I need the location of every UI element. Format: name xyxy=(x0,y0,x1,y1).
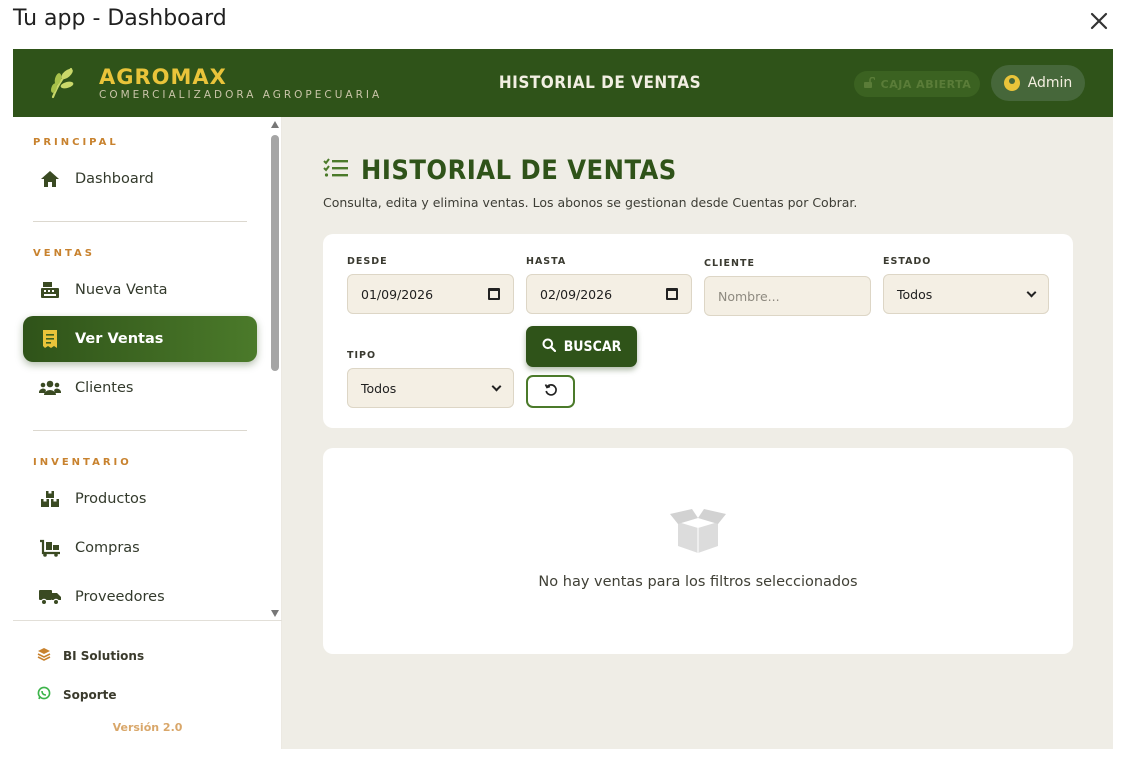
sidebar-nav: PRINCIPAL Dashboard VENTAS Nueva Venta V xyxy=(13,117,282,621)
page-title: HISTORIAL DE VENTAS xyxy=(361,155,677,186)
sidebar-divider xyxy=(33,430,247,431)
estado-value: Todos xyxy=(897,286,933,302)
sidebar-item-label: Productos xyxy=(75,491,147,507)
section-label-principal: PRINCIPAL xyxy=(33,137,119,148)
sidebar-item-label: Ver Ventas xyxy=(75,331,164,347)
brand-subtitle: COMERCIALIZADORA AGROPECUARIA xyxy=(99,89,383,101)
section-label-ventas: VENTAS xyxy=(33,248,95,259)
sidebar-footer: BI Solutions Soporte Versión 2.0 xyxy=(13,620,282,749)
calendar-icon[interactable] xyxy=(666,288,678,300)
sidebar-scrollbar[interactable] xyxy=(270,121,280,617)
chevron-down-icon xyxy=(491,381,502,391)
layers-icon xyxy=(37,647,51,664)
window-title: Tu app - Dashboard xyxy=(13,6,227,31)
search-icon xyxy=(542,338,556,356)
sidebar-item-productos[interactable]: Productos xyxy=(23,476,257,522)
cliente-input[interactable]: Nombre... xyxy=(704,276,871,316)
top-bar: AGROMAX COMERCIALIZADORA AGROPECUARIA HI… xyxy=(13,49,1113,117)
page-subtitle: Consulta, edita y elimina ventas. Los ab… xyxy=(323,195,858,210)
section-label-inventario: INVENTARIO xyxy=(33,457,132,468)
sidebar-item-label: Clientes xyxy=(75,380,134,396)
sidebar-item-clientes[interactable]: Clientes xyxy=(23,365,257,411)
cliente-placeholder: Nombre... xyxy=(718,288,780,304)
truck-icon xyxy=(39,586,61,608)
close-icon[interactable] xyxy=(1086,8,1112,34)
empty-state-message: No hay ventas para los filtros seleccion… xyxy=(538,574,858,590)
estado-label: ESTADO xyxy=(883,256,932,267)
cliente-label: CLIENTE xyxy=(704,258,755,269)
open-box-icon xyxy=(668,508,728,554)
scroll-thumb[interactable] xyxy=(271,135,279,371)
page-header: HISTORIAL DE VENTAS xyxy=(323,155,677,186)
support-label: Soporte xyxy=(63,687,117,702)
tipo-select[interactable]: Todos xyxy=(347,368,514,408)
results-card: No hay ventas para los filtros seleccion… xyxy=(323,448,1073,654)
desde-label: DESDE xyxy=(347,256,388,267)
chevron-down-icon xyxy=(1026,287,1037,297)
sidebar-divider xyxy=(33,221,247,222)
main-content: HISTORIAL DE VENTAS Consulta, edita y el… xyxy=(282,117,1113,749)
version-label: Versión 2.0 xyxy=(112,721,183,734)
dolly-icon xyxy=(39,537,61,559)
filters-card: DESDE 01/09/2026 HASTA 02/09/2026 CLIENT… xyxy=(323,234,1073,428)
tipo-label: TIPO xyxy=(347,350,377,361)
sidebar-item-label: Compras xyxy=(75,540,140,556)
hasta-label: HASTA xyxy=(526,256,567,267)
sidebar: PRINCIPAL Dashboard VENTAS Nueva Venta V xyxy=(13,117,282,749)
receipt-icon xyxy=(39,328,61,350)
caja-status-label: CAJA ABIERTA xyxy=(880,77,972,91)
boxes-icon xyxy=(39,488,61,510)
support-link[interactable]: Soporte xyxy=(37,686,117,703)
home-icon xyxy=(39,168,61,190)
sidebar-item-ver-ventas[interactable]: Ver Ventas xyxy=(23,316,257,362)
hasta-date-input[interactable]: 02/09/2026 xyxy=(526,274,692,314)
scroll-up-icon[interactable] xyxy=(271,121,279,128)
search-button-label: BUSCAR xyxy=(563,338,622,355)
reset-icon xyxy=(544,382,558,401)
brand-name: AGROMAX xyxy=(99,65,227,89)
desde-value: 01/09/2026 xyxy=(361,286,434,302)
sidebar-item-label: Dashboard xyxy=(75,171,154,187)
reset-filters-button[interactable] xyxy=(526,375,575,408)
app-window: AGROMAX COMERCIALIZADORA AGROPECUARIA HI… xyxy=(13,49,1113,749)
tipo-value: Todos xyxy=(361,380,397,396)
users-icon xyxy=(39,377,61,399)
user-name: Admin xyxy=(1027,75,1073,91)
caja-status-button[interactable]: CAJA ABIERTA xyxy=(854,71,980,97)
whatsapp-icon xyxy=(37,686,51,703)
bi-solutions-link[interactable]: BI Solutions xyxy=(37,647,144,664)
calendar-icon[interactable] xyxy=(488,288,500,300)
topbar-title: HISTORIAL DE VENTAS xyxy=(498,73,702,93)
search-button[interactable]: BUSCAR xyxy=(526,326,637,367)
sidebar-item-dashboard[interactable]: Dashboard xyxy=(23,156,257,202)
leaf-logo-icon xyxy=(47,65,77,99)
scroll-down-icon[interactable] xyxy=(271,610,279,617)
hasta-value: 02/09/2026 xyxy=(540,286,613,302)
list-check-icon xyxy=(323,157,349,184)
sidebar-item-label: Nueva Venta xyxy=(75,282,168,298)
sidebar-item-nueva-venta[interactable]: Nueva Venta xyxy=(23,267,257,313)
sidebar-item-compras[interactable]: Compras xyxy=(23,525,257,571)
sidebar-item-proveedores[interactable]: Proveedores xyxy=(23,574,257,620)
estado-select[interactable]: Todos xyxy=(883,274,1049,314)
user-menu-button[interactable]: Admin xyxy=(991,65,1085,101)
bi-solutions-label: BI Solutions xyxy=(63,648,145,663)
user-avatar-icon xyxy=(1003,75,1020,91)
sidebar-item-label: Proveedores xyxy=(75,589,165,605)
desde-date-input[interactable]: 01/09/2026 xyxy=(347,274,514,314)
unlock-icon xyxy=(863,76,876,92)
cash-register-icon xyxy=(39,279,61,301)
